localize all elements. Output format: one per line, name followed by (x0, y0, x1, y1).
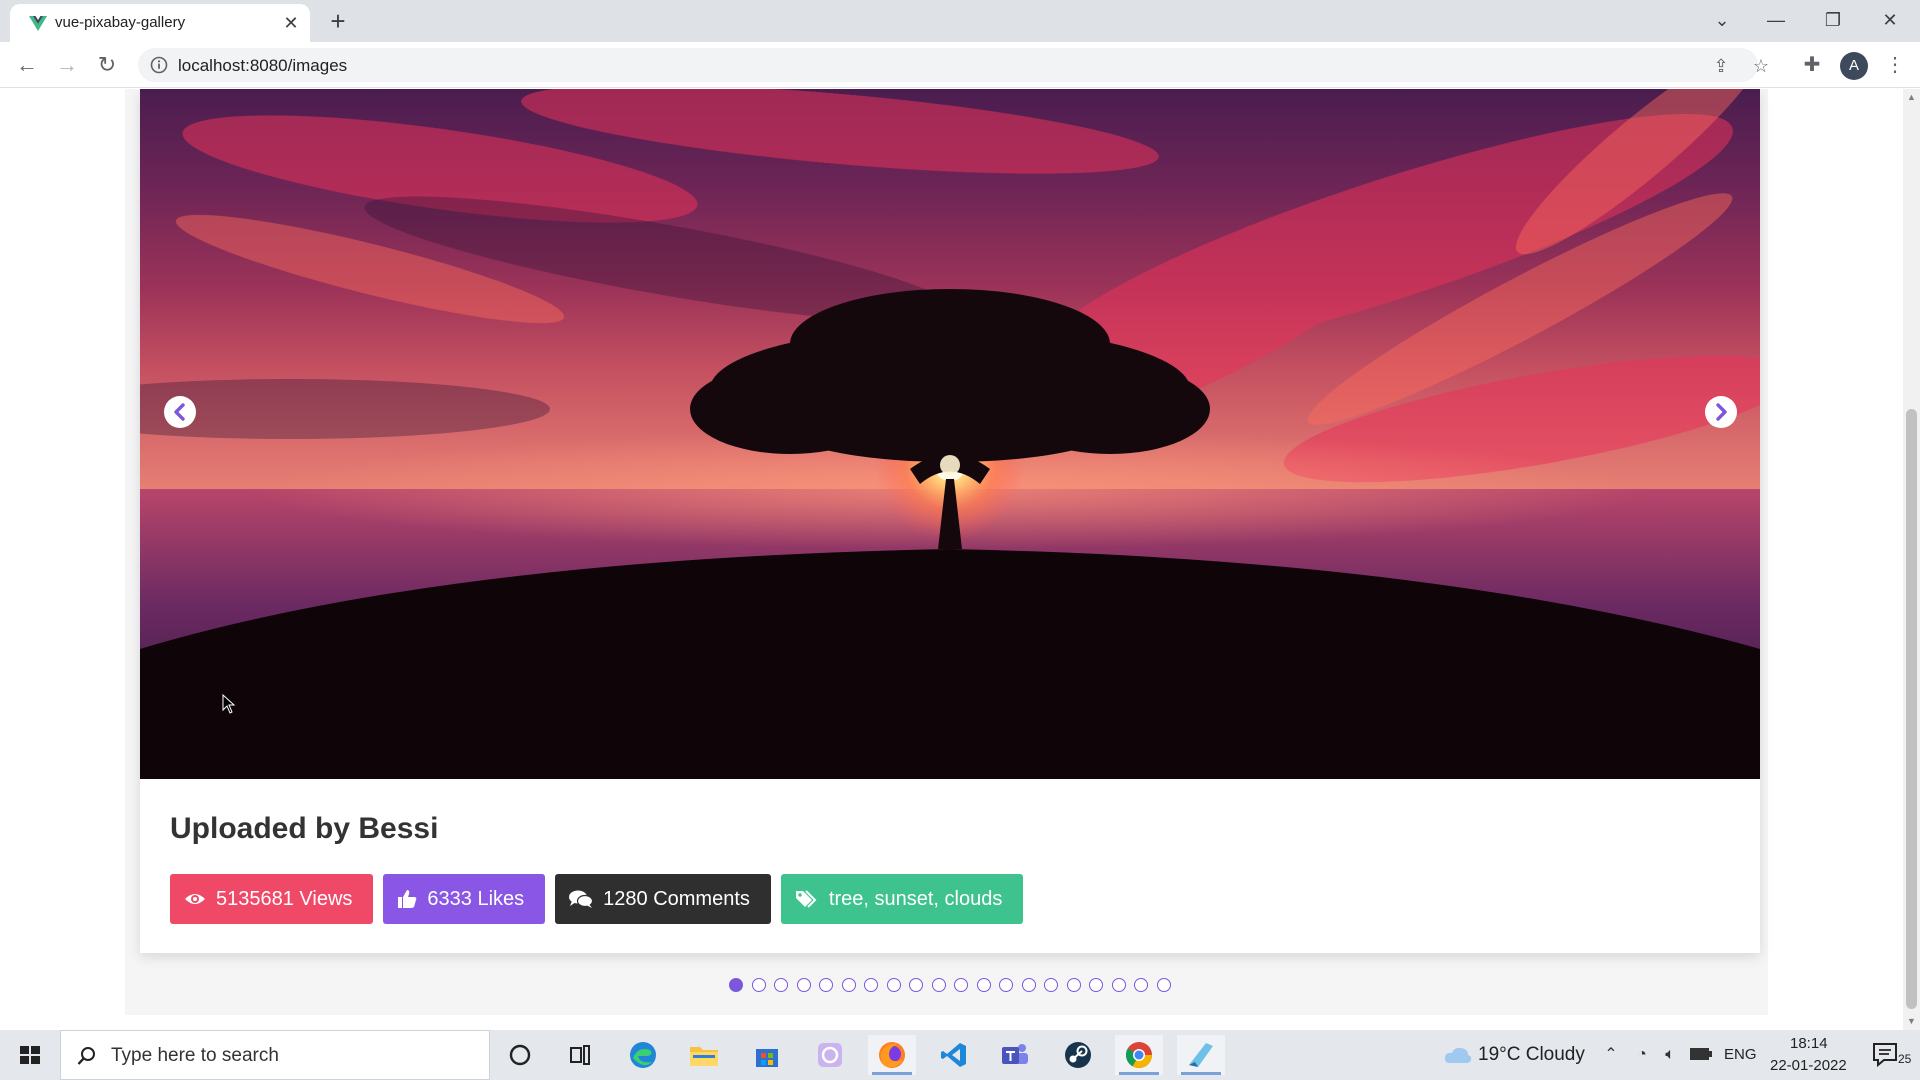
carousel-dot[interactable] (999, 978, 1013, 992)
profile-avatar[interactable]: A (1840, 52, 1868, 80)
tray-expand-chevron-icon[interactable]: ⌃ (1600, 1044, 1622, 1066)
chevron-right-icon (1716, 403, 1727, 421)
page-viewport: Uploaded by Bessi 5135681 Views 6333 Lik… (0, 89, 1920, 1030)
comments-icon (569, 890, 594, 908)
address-bar[interactable]: localhost:8080/images ⇪ ☆ (138, 48, 1769, 82)
windows-logo-icon (20, 1046, 40, 1064)
tags-list: tree, sunset, clouds (828, 887, 1003, 910)
scroll-up-arrow-icon[interactable]: ▲ (1903, 89, 1920, 106)
tags-icon (795, 890, 817, 908)
cortana-icon[interactable] (496, 1035, 544, 1075)
carousel-dot[interactable] (1111, 978, 1126, 992)
thumbs-up-icon (398, 890, 417, 908)
carousel-dot[interactable] (909, 978, 923, 992)
taskbar-search-box[interactable]: Type here to search (60, 1030, 490, 1080)
carousel-dot[interactable] (886, 978, 901, 992)
carousel-dot[interactable] (976, 978, 991, 992)
carousel-dot[interactable] (729, 978, 743, 992)
page-scrollbar[interactable]: ▲ ▼ (1903, 89, 1920, 1030)
weather-cloud-icon[interactable] (1444, 1045, 1472, 1065)
clock-date[interactable]: 22-01-2022 (1770, 1057, 1847, 1074)
pinned-app-icon[interactable] (1177, 1035, 1225, 1075)
views-count: 5135681 Views (216, 887, 353, 910)
carousel-dot[interactable] (1089, 978, 1103, 992)
windows-taskbar: Type here to search 19°C Cloudy ⌃ ◔ 🔈︎ E… (0, 1030, 1920, 1080)
firefox-icon[interactable] (868, 1035, 916, 1075)
file-explorer-icon[interactable] (680, 1035, 728, 1075)
comments-badge[interactable]: 1280 Comments (555, 874, 771, 924)
forward-icon[interactable]: → (54, 52, 80, 78)
carousel-next-button[interactable] (1705, 396, 1737, 428)
steam-icon[interactable] (1054, 1035, 1102, 1075)
microsoft-store-icon[interactable] (743, 1035, 791, 1075)
carousel-dot[interactable] (954, 978, 968, 992)
carousel-dot[interactable] (774, 978, 788, 992)
image-card: Uploaded by Bessi 5135681 Views 6333 Lik… (140, 89, 1760, 953)
search-icon (77, 1047, 95, 1065)
scroll-thumb[interactable] (1906, 409, 1917, 1009)
tab-close-icon[interactable]: ✕ (280, 12, 302, 34)
site-info-icon[interactable] (150, 56, 168, 74)
weather-text[interactable]: 19°C Cloudy (1478, 1044, 1585, 1066)
volume-icon[interactable]: 🔈︎ (1659, 1044, 1681, 1066)
likes-count: 6333 Likes (427, 887, 525, 910)
url-text[interactable]: localhost:8080/images (178, 56, 347, 76)
tab-search-chevron-icon[interactable]: ⌄ (1694, 0, 1750, 40)
battery-icon[interactable] (1689, 1047, 1713, 1061)
carousel-pagination (729, 978, 1171, 992)
search-placeholder: Type here to search (111, 1045, 279, 1066)
mouse-cursor-icon (222, 694, 236, 714)
carousel-dot[interactable] (751, 978, 766, 992)
teams-icon[interactable] (991, 1035, 1039, 1075)
browser-toolbar: ← → ↻ localhost:8080/images ⇪ ☆ ✚ A ⋮ (0, 42, 1920, 88)
carousel-dot[interactable] (796, 978, 811, 992)
likes-badge[interactable]: 6333 Likes (383, 874, 546, 924)
carousel-dot[interactable] (1066, 978, 1081, 992)
new-tab-icon[interactable]: + (324, 8, 352, 36)
share-icon[interactable]: ⇪ (1710, 55, 1732, 77)
carousel-image (140, 89, 1760, 779)
task-view-icon[interactable] (556, 1035, 604, 1075)
carousel-dot[interactable] (1021, 978, 1036, 992)
extensions-puzzle-icon[interactable]: ✚ (1799, 52, 1825, 78)
tab-title: vue-pixabay-gallery (55, 14, 186, 31)
notification-count: 25 (1898, 1052, 1912, 1066)
browser-tab[interactable]: vue-pixabay-gallery ✕ (10, 4, 310, 42)
views-badge[interactable]: 5135681 Views (170, 874, 374, 924)
scroll-down-arrow-icon[interactable]: ▼ (1903, 1013, 1920, 1030)
eye-icon (185, 894, 205, 904)
carousel-dot[interactable] (864, 978, 878, 992)
reload-icon[interactable]: ↻ (94, 52, 120, 78)
sunset-tree-photo (140, 89, 1760, 779)
carousel-dot[interactable] (1134, 978, 1148, 992)
menu-kebab-icon[interactable]: ⋮ (1882, 52, 1908, 78)
edge-icon[interactable] (619, 1035, 667, 1075)
carousel-dot[interactable] (931, 978, 946, 992)
network-icon[interactable]: ◔ (1631, 1044, 1653, 1066)
browser-tab-strip: vue-pixabay-gallery ✕ + ⌄ — ❐ ✕ (0, 0, 1920, 42)
tags-badge[interactable]: tree, sunset, clouds (780, 874, 1024, 924)
chrome-icon[interactable] (1115, 1035, 1163, 1075)
bookmark-star-icon[interactable]: ☆ (1750, 55, 1772, 77)
carousel-prev-button[interactable] (164, 396, 196, 428)
uploader-heading: Uploaded by Bessi (170, 812, 439, 845)
close-window-icon[interactable]: ✕ (1862, 0, 1918, 40)
minimize-icon[interactable]: — (1748, 0, 1804, 40)
comments-count: 1280 Comments (603, 887, 750, 910)
back-icon[interactable]: ← (14, 52, 40, 78)
start-button[interactable] (0, 1030, 60, 1080)
carousel-dot[interactable] (841, 978, 856, 992)
carousel-dot[interactable] (1156, 978, 1171, 992)
chevron-left-icon (174, 403, 185, 421)
language-indicator[interactable]: ENG (1724, 1046, 1757, 1063)
restore-icon[interactable]: ❐ (1805, 0, 1861, 40)
carousel-dot[interactable] (1044, 978, 1058, 992)
image-stats: 5135681 Views 6333 Likes 1280 Comments t… (170, 874, 1024, 924)
photos-app-icon[interactable] (806, 1035, 854, 1075)
clock-time[interactable]: 18:14 (1790, 1035, 1828, 1052)
vscode-icon[interactable] (930, 1035, 978, 1075)
vue-logo-icon (29, 16, 47, 31)
carousel-dot[interactable] (819, 978, 833, 992)
